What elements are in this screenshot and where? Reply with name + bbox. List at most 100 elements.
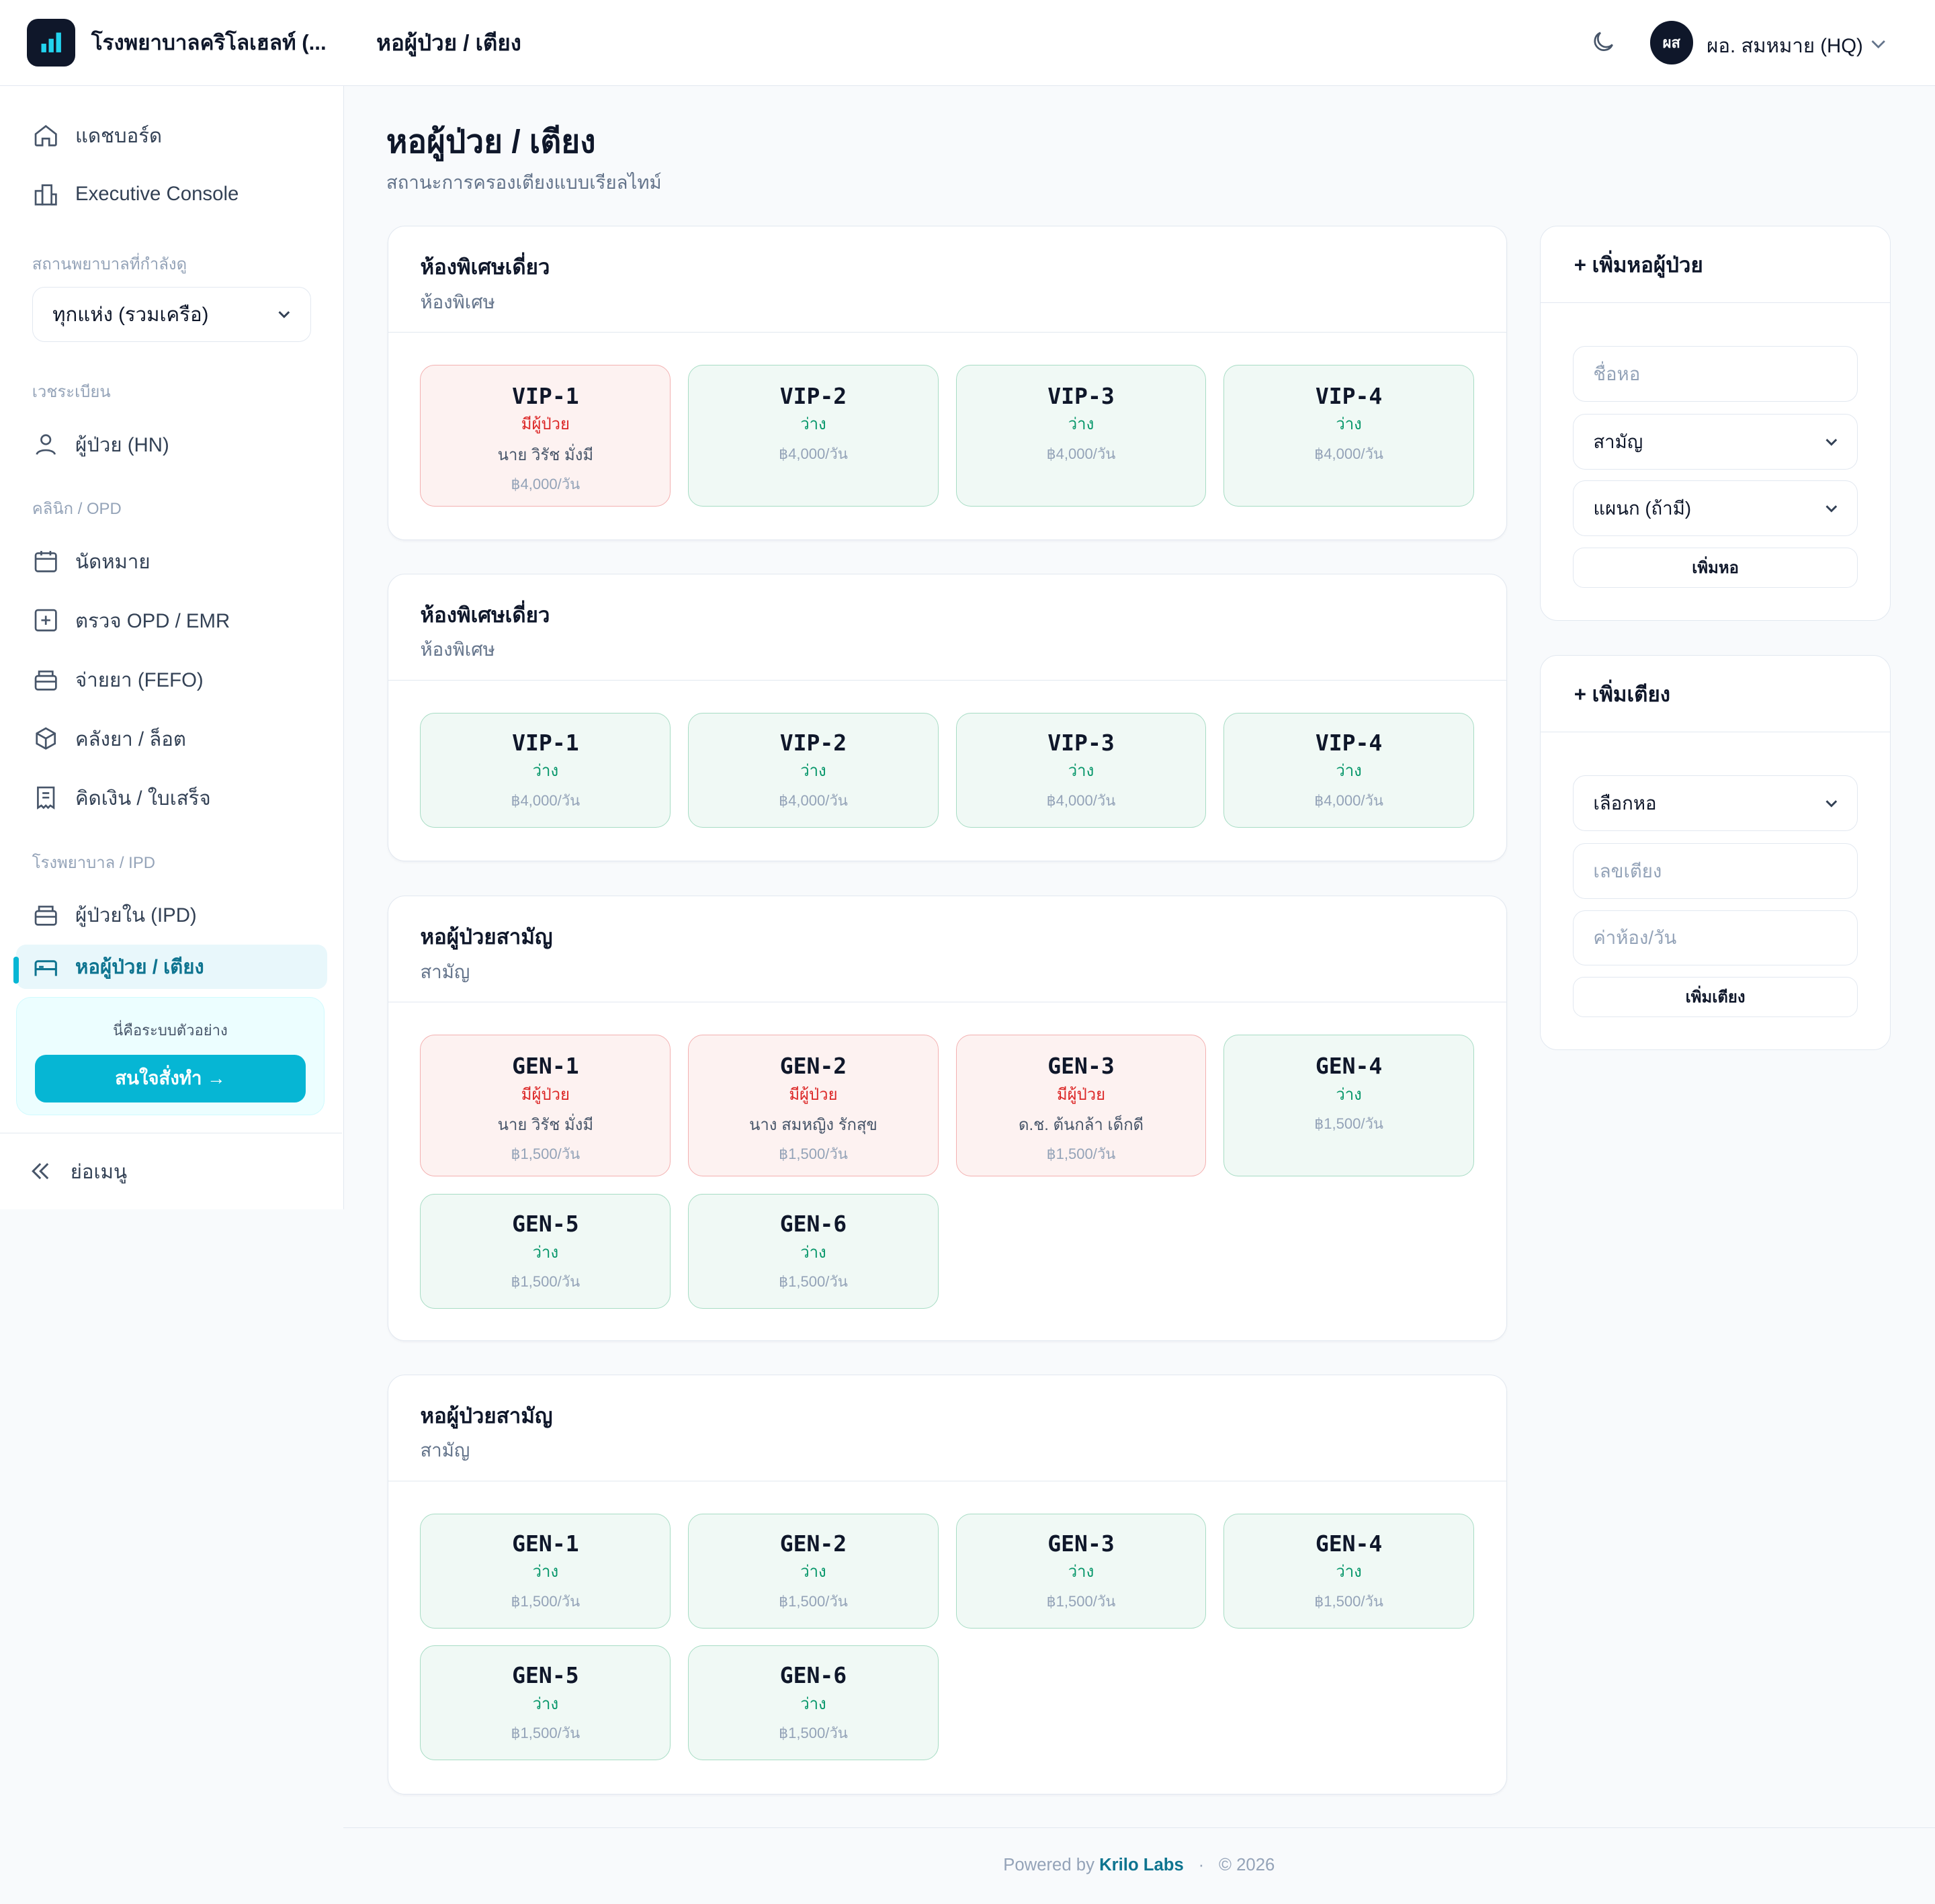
sidebar-item-label: นัดหมาย	[75, 550, 150, 573]
bed-code: GEN-4	[1315, 1530, 1383, 1557]
bed-price: ฿1,500/วัน	[1046, 1145, 1116, 1163]
sidebar-item-patients[interactable]: ผู้ป่วย (HN)	[0, 415, 343, 474]
sidebar-item-inventory[interactable]: คลังยา / ล็อต	[0, 709, 343, 768]
ward-type-value: สามัญ	[1593, 431, 1643, 452]
ward-type: สามัญ	[420, 1440, 470, 1461]
bed-tile[interactable]: VIP-4 ว่าง ฿4,000/วัน	[1223, 712, 1474, 828]
page-subtitle: สถานะการครองเตียงแบบเรียลไทม์	[386, 171, 662, 193]
ward-type: ห้องพิเศษ	[420, 291, 495, 312]
bed-tile[interactable]: GEN-4 ว่าง ฿1,500/วัน	[1223, 1513, 1474, 1629]
footer-powered: Powered by	[1003, 1855, 1094, 1874]
bed-icon	[34, 959, 57, 976]
bed-tile[interactable]: GEN-1 ว่าง ฿1,500/วัน	[420, 1513, 671, 1629]
bed-status: ว่าง	[1336, 415, 1362, 434]
chevron-down-icon[interactable]	[1868, 34, 1888, 53]
collapse-menu-button[interactable]: ย่อเมนู	[0, 1133, 342, 1209]
ward-type-select[interactable]: สามัญ	[1572, 414, 1858, 470]
bed-tile[interactable]: VIP-3 ว่าง ฿4,000/วัน	[955, 364, 1207, 507]
bed-tile[interactable]: VIP-1 ว่าง ฿4,000/วัน	[420, 712, 671, 828]
bed-tile[interactable]: VIP-1 มีผู้ป่วย นาย วิรัช มั่งมี ฿4,000/วัน	[420, 364, 671, 507]
sidebar-item-inpatients[interactable]: ผู้ป่วยใน (IPD)	[0, 885, 343, 945]
sidebar-item-label: ผู้ป่วยใน (IPD)	[75, 904, 197, 927]
chevron-down-icon	[278, 311, 290, 318]
bed-code: GEN-2	[779, 1530, 847, 1557]
bed-tile[interactable]: VIP-2 ว่าง ฿4,000/วัน	[688, 712, 939, 828]
chevron-down-icon	[1825, 505, 1838, 513]
avatar[interactable]: ผส	[1649, 21, 1693, 64]
sidebar: โรงพยาบาลคริโลเฮลท์ (... แดชบอร์ด Execut…	[0, 0, 344, 1209]
bed-price: ฿4,000/วัน	[511, 791, 580, 809]
bed-tile[interactable]: GEN-4 ว่าง ฿1,500/วัน	[1223, 1035, 1474, 1177]
ward-type: สามัญ	[420, 961, 470, 982]
bed-code: VIP-4	[1315, 729, 1383, 756]
add-bed-title: + เพิ่มเตียง	[1541, 656, 1890, 733]
bed-tile[interactable]: VIP-3 ว่าง ฿4,000/วัน	[955, 712, 1207, 828]
sidebar-item-wards[interactable]: หอผู้ป่วย / เตียง	[13, 944, 327, 989]
sidebar-item-dashboard[interactable]: แดชบอร์ด	[0, 105, 343, 165]
bed-patient: นาย วิรัช มั่งมี	[497, 1115, 594, 1134]
bed-code: GEN-5	[512, 1662, 579, 1689]
bed-tile[interactable]: GEN-1 มีผู้ป่วย นาย วิรัช มั่งมี ฿1,500/วัน	[420, 1035, 671, 1177]
bed-tile[interactable]: GEN-3 มีผู้ป่วย ด.ช. ต้นกล้า เด็กดี ฿1,500/…	[955, 1035, 1207, 1177]
bed-status: ว่าง	[1068, 415, 1094, 434]
bed-price: ฿4,000/วัน	[1046, 791, 1116, 809]
branch-select-value: ทุกแห่ง (รวมเครือ)	[52, 304, 209, 327]
ward-name-input[interactable]: ชื่อหอ	[1572, 346, 1858, 402]
ward-name: ห้องพิเศษเดี่ยว	[420, 255, 550, 279]
bed-code: GEN-3	[1047, 1530, 1115, 1557]
bed-tile[interactable]: GEN-3 ว่าง ฿1,500/วัน	[955, 1513, 1207, 1629]
bed-status: ว่าง	[800, 415, 826, 434]
bed-code: GEN-6	[779, 1662, 847, 1689]
chevron-down-icon	[1825, 438, 1838, 446]
bed-tile[interactable]: GEN-5 ว่าง ฿1,500/วัน	[420, 1194, 671, 1309]
brand[interactable]: โรงพยาบาลคริโลเฮลท์ (...	[0, 0, 343, 86]
branch-select[interactable]: ทุกแห่ง (รวมเครือ)	[32, 286, 311, 343]
bed-price: ฿1,500/วัน	[779, 1725, 848, 1742]
order-now-button[interactable]: สนใจสั่งทำ →	[35, 1054, 306, 1103]
sidebar-item-opd-emr[interactable]: ตรวจ OPD / EMR	[0, 591, 343, 650]
bed-status: ว่าง	[800, 1243, 826, 1262]
add-ward-button[interactable]: เพิ่มหอ	[1572, 547, 1858, 589]
bed-tile[interactable]: VIP-4 ว่าง ฿4,000/วัน	[1223, 364, 1474, 507]
bed-code: VIP-4	[1315, 382, 1383, 409]
bed-price: ฿4,000/วัน	[1314, 791, 1383, 809]
bed-tile[interactable]: GEN-2 มีผู้ป่วย นาง สมหญิง รักสุข ฿1,500/วั…	[688, 1035, 939, 1177]
sidebar-item-dispense[interactable]: จ่ายยา (FEFO)	[0, 650, 343, 709]
room-rate-input[interactable]: ค่าห้อง/วัน	[1572, 910, 1858, 966]
bed-code: VIP-1	[512, 729, 579, 756]
bed-tile[interactable]: GEN-6 ว่าง฿1,500/วัน	[688, 1645, 939, 1761]
bed-tile[interactable]: VIP-2 ว่าง ฿4,000/วัน	[688, 364, 939, 507]
ward-card: หอผู้ป่วยสามัญ สามัญ GEN-1 ว่าง ฿1,500/วัน…	[387, 1375, 1507, 1794]
department-select[interactable]: แผนก (ถ้ามี)	[1572, 480, 1858, 537]
ward-card: ห้องพิเศษเดี่ยว ห้องพิเศษ VIP-1 ว่าง ฿4,00…	[387, 574, 1507, 861]
sidebar-item-appointments[interactable]: นัดหมาย	[0, 531, 343, 591]
footer-company-link[interactable]: Krilo Labs	[1099, 1856, 1184, 1874]
user-icon	[36, 434, 56, 455]
hospital-name: โรงพยาบาลคริโลเฮลท์ (...	[91, 31, 327, 55]
bed-tile[interactable]: GEN-5 ว่าง ฿1,500/วัน	[420, 1645, 671, 1761]
sidebar-item-executive[interactable]: Executive Console	[0, 165, 343, 224]
bed-price: ฿1,500/วัน	[779, 1592, 848, 1610]
moon-icon[interactable]	[1590, 28, 1617, 55]
user-name[interactable]: ผอ. สมหมาย (HQ)	[1707, 30, 1863, 61]
bed-status: ว่าง	[800, 1694, 826, 1713]
bed-status: ว่าง	[800, 762, 826, 781]
add-ward-panel: + เพิ่มหอผู้ป่วย ชื่อหอ สามัญ แผนก (ถ้าม…	[1540, 226, 1891, 621]
bed-code: GEN-1	[512, 1530, 579, 1557]
bed-code: GEN-5	[512, 1210, 579, 1237]
bed-tile[interactable]: GEN-2 ว่าง฿1,500/วัน	[688, 1513, 939, 1629]
bed-code: VIP-2	[779, 382, 847, 409]
bed-price: ฿1,500/วัน	[779, 1272, 848, 1290]
add-bed-button[interactable]: เพิ่มเตียง	[1572, 976, 1858, 1018]
bed-price: ฿1,500/วัน	[511, 1592, 580, 1610]
ward-select[interactable]: เลือกหอ	[1572, 775, 1858, 832]
bed-number-input[interactable]: เลขเตียง	[1572, 843, 1858, 900]
sidebar-item-billing[interactable]: คิดเงิน / ใบเสร็จ	[0, 769, 343, 828]
bed-price: ฿1,500/วัน	[1046, 1592, 1116, 1610]
bed-tile[interactable]: GEN-6 ว่าง ฿1,500/วัน	[688, 1194, 939, 1309]
double-chevron-left-icon	[32, 1163, 49, 1180]
demo-text: นี่คือระบบตัวอย่าง	[113, 1022, 228, 1039]
sidebar-item-label: คลังยา / ล็อต	[75, 728, 186, 751]
bed-code: GEN-1	[512, 1052, 579, 1079]
bed-status: ว่าง	[800, 1563, 826, 1582]
